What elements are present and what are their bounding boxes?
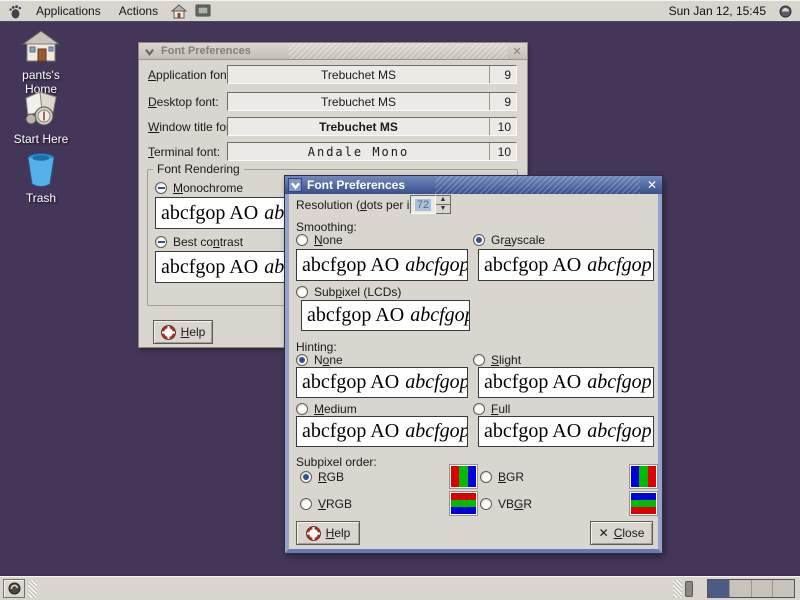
window-menu-icon[interactable]	[142, 44, 156, 58]
subpixel-vrgb-option[interactable]: VRGB	[300, 497, 352, 511]
font-rendering-label: Font Rendering	[153, 162, 244, 176]
bottom-panel	[0, 576, 800, 600]
hinting-slight-radio[interactable]	[473, 354, 485, 366]
subpixel-order-label: Subpixel order:	[296, 455, 377, 469]
smoothing-grayscale-sample: abcfgop AOabcfgop	[478, 249, 654, 281]
close-icon[interactable]: ✕	[645, 178, 659, 192]
best-contrast-radio[interactable]	[155, 236, 167, 248]
desktop-icon-start-here[interactable]: Start Here	[5, 88, 77, 146]
terminal-font-picker[interactable]: Andale Mono10	[227, 142, 517, 161]
bgr-swatch-icon	[630, 465, 657, 488]
subpixel-rgb-option[interactable]: RGB	[300, 470, 344, 484]
desktop-icon-home[interactable]: pants's Home	[5, 30, 77, 96]
hinting-slight-option[interactable]: Slight	[473, 353, 521, 367]
spin-up-icon[interactable]: ▲	[436, 195, 451, 205]
vbgr-swatch-icon	[630, 492, 657, 515]
subpixel-bgr-radio[interactable]	[480, 471, 492, 483]
menu-actions[interactable]: Actions	[111, 2, 166, 20]
help-icon	[306, 526, 321, 541]
help-button[interactable]: Help	[153, 320, 213, 344]
monochrome-option[interactable]: Monochrome	[155, 181, 243, 195]
top-panel: Applications Actions Sun Jan 12, 15:45	[0, 0, 800, 22]
best-contrast-option[interactable]: Best contrast	[155, 235, 243, 249]
resolution-value[interactable]: 72	[410, 195, 436, 214]
window-title-font-label: Window title font:	[148, 120, 239, 134]
panel-drag-handle[interactable]	[673, 580, 682, 598]
smoothing-none-radio[interactable]	[296, 234, 308, 246]
smoothing-subpixel-option[interactable]: Subpixel (LCDs)	[296, 285, 401, 299]
subpixel-bgr-option[interactable]: BGR	[480, 470, 524, 484]
smoothing-grayscale-radio[interactable]	[473, 234, 485, 246]
close-button[interactable]: ✕ Close	[590, 521, 653, 545]
smoothing-grayscale-option[interactable]: Grayscale	[473, 233, 545, 247]
spin-down-icon[interactable]: ▼	[436, 205, 451, 214]
window-title-font-picker[interactable]: Trebuchet MS10	[227, 117, 517, 136]
close-x-icon: ✕	[599, 526, 609, 540]
smoothing-none-option[interactable]: None	[296, 233, 343, 247]
rgb-swatch-icon	[450, 465, 477, 488]
workspace-cell[interactable]	[708, 580, 730, 597]
workspace-switcher[interactable]	[707, 579, 795, 598]
panel-applet-button[interactable]	[3, 579, 25, 598]
monochrome-radio[interactable]	[155, 182, 167, 194]
titlebar[interactable]: Font Preferences ✕	[139, 43, 527, 60]
resolution-spinner[interactable]: 72 ▲ ▼	[410, 195, 451, 214]
application-font-label: Application font:	[148, 68, 233, 82]
workspace-cell[interactable]	[773, 580, 794, 597]
hinting-full-radio[interactable]	[473, 403, 485, 415]
menu-applications[interactable]: Applications	[28, 2, 109, 20]
subpixel-rgb-radio[interactable]	[300, 471, 312, 483]
hinting-none-radio[interactable]	[296, 354, 308, 366]
hinting-none-option[interactable]: None	[296, 353, 343, 367]
smoothing-subpixel-sample: abcfgop AOabcfgop	[301, 300, 470, 331]
gnome-foot-icon[interactable]	[6, 2, 24, 20]
workspace-cell[interactable]	[752, 580, 774, 597]
panel-drag-handle[interactable]	[28, 580, 37, 598]
hinting-medium-sample: abcfgop AOabcfgop	[296, 416, 468, 447]
subpixel-vbgr-radio[interactable]	[480, 498, 492, 510]
desktop-font-picker[interactable]: Trebuchet MS9	[227, 92, 517, 111]
hinting-medium-option[interactable]: Medium	[296, 402, 357, 416]
hinting-label: Hinting:	[296, 340, 337, 354]
terminal-launcher-icon[interactable]	[194, 2, 212, 20]
desktop-icon-label: Start Here	[5, 132, 77, 146]
panel-clock[interactable]: Sun Jan 12, 15:45	[669, 4, 772, 18]
help-button[interactable]: Help	[296, 521, 360, 545]
window-list	[40, 579, 670, 599]
desktop-font-label: Desktop font:	[148, 95, 219, 109]
window-menu-icon[interactable]	[288, 178, 302, 192]
applet-drag-handle[interactable]	[685, 581, 693, 597]
subpixel-vbgr-option[interactable]: VBGR	[480, 497, 532, 511]
vrgb-swatch-icon	[450, 492, 477, 515]
close-icon[interactable]: ✕	[510, 44, 524, 58]
hinting-full-sample: abcfgop AOabcfgop	[478, 416, 654, 447]
trash-icon	[5, 151, 77, 189]
window-title: Font Preferences	[307, 178, 405, 192]
workspace-cell[interactable]	[730, 580, 752, 597]
smoothing-label: Smoothing:	[296, 220, 357, 234]
home-launcher-icon[interactable]	[170, 2, 188, 20]
desktop-icon-trash[interactable]: Trash	[5, 151, 77, 205]
home-icon	[5, 30, 77, 66]
smoothing-none-sample: abcfgop AOabcfgop	[296, 249, 468, 281]
application-font-picker[interactable]: Trebuchet MS9	[227, 65, 517, 84]
desktop-icon-label: Trash	[5, 191, 77, 205]
font-rendering-details-window: Font Preferences ✕ Resolution (dots per …	[285, 176, 662, 553]
hinting-medium-radio[interactable]	[296, 403, 308, 415]
panel-status-icon[interactable]	[776, 2, 794, 20]
hinting-none-sample: abcfgop AOabcfgop	[296, 367, 468, 398]
window-title: Font Preferences	[161, 45, 251, 57]
hinting-slight-sample: abcfgop AOabcfgop	[478, 367, 654, 398]
hinting-full-option[interactable]: Full	[473, 402, 510, 416]
start-here-icon	[5, 88, 77, 130]
smoothing-subpixel-radio[interactable]	[296, 286, 308, 298]
subpixel-vrgb-radio[interactable]	[300, 498, 312, 510]
help-icon	[161, 325, 176, 340]
titlebar[interactable]: Font Preferences ✕	[285, 176, 662, 194]
window-content: Resolution (dots per inch): 72 ▲ ▼ Smoot…	[289, 194, 658, 549]
terminal-font-label: Terminal font:	[148, 145, 220, 159]
